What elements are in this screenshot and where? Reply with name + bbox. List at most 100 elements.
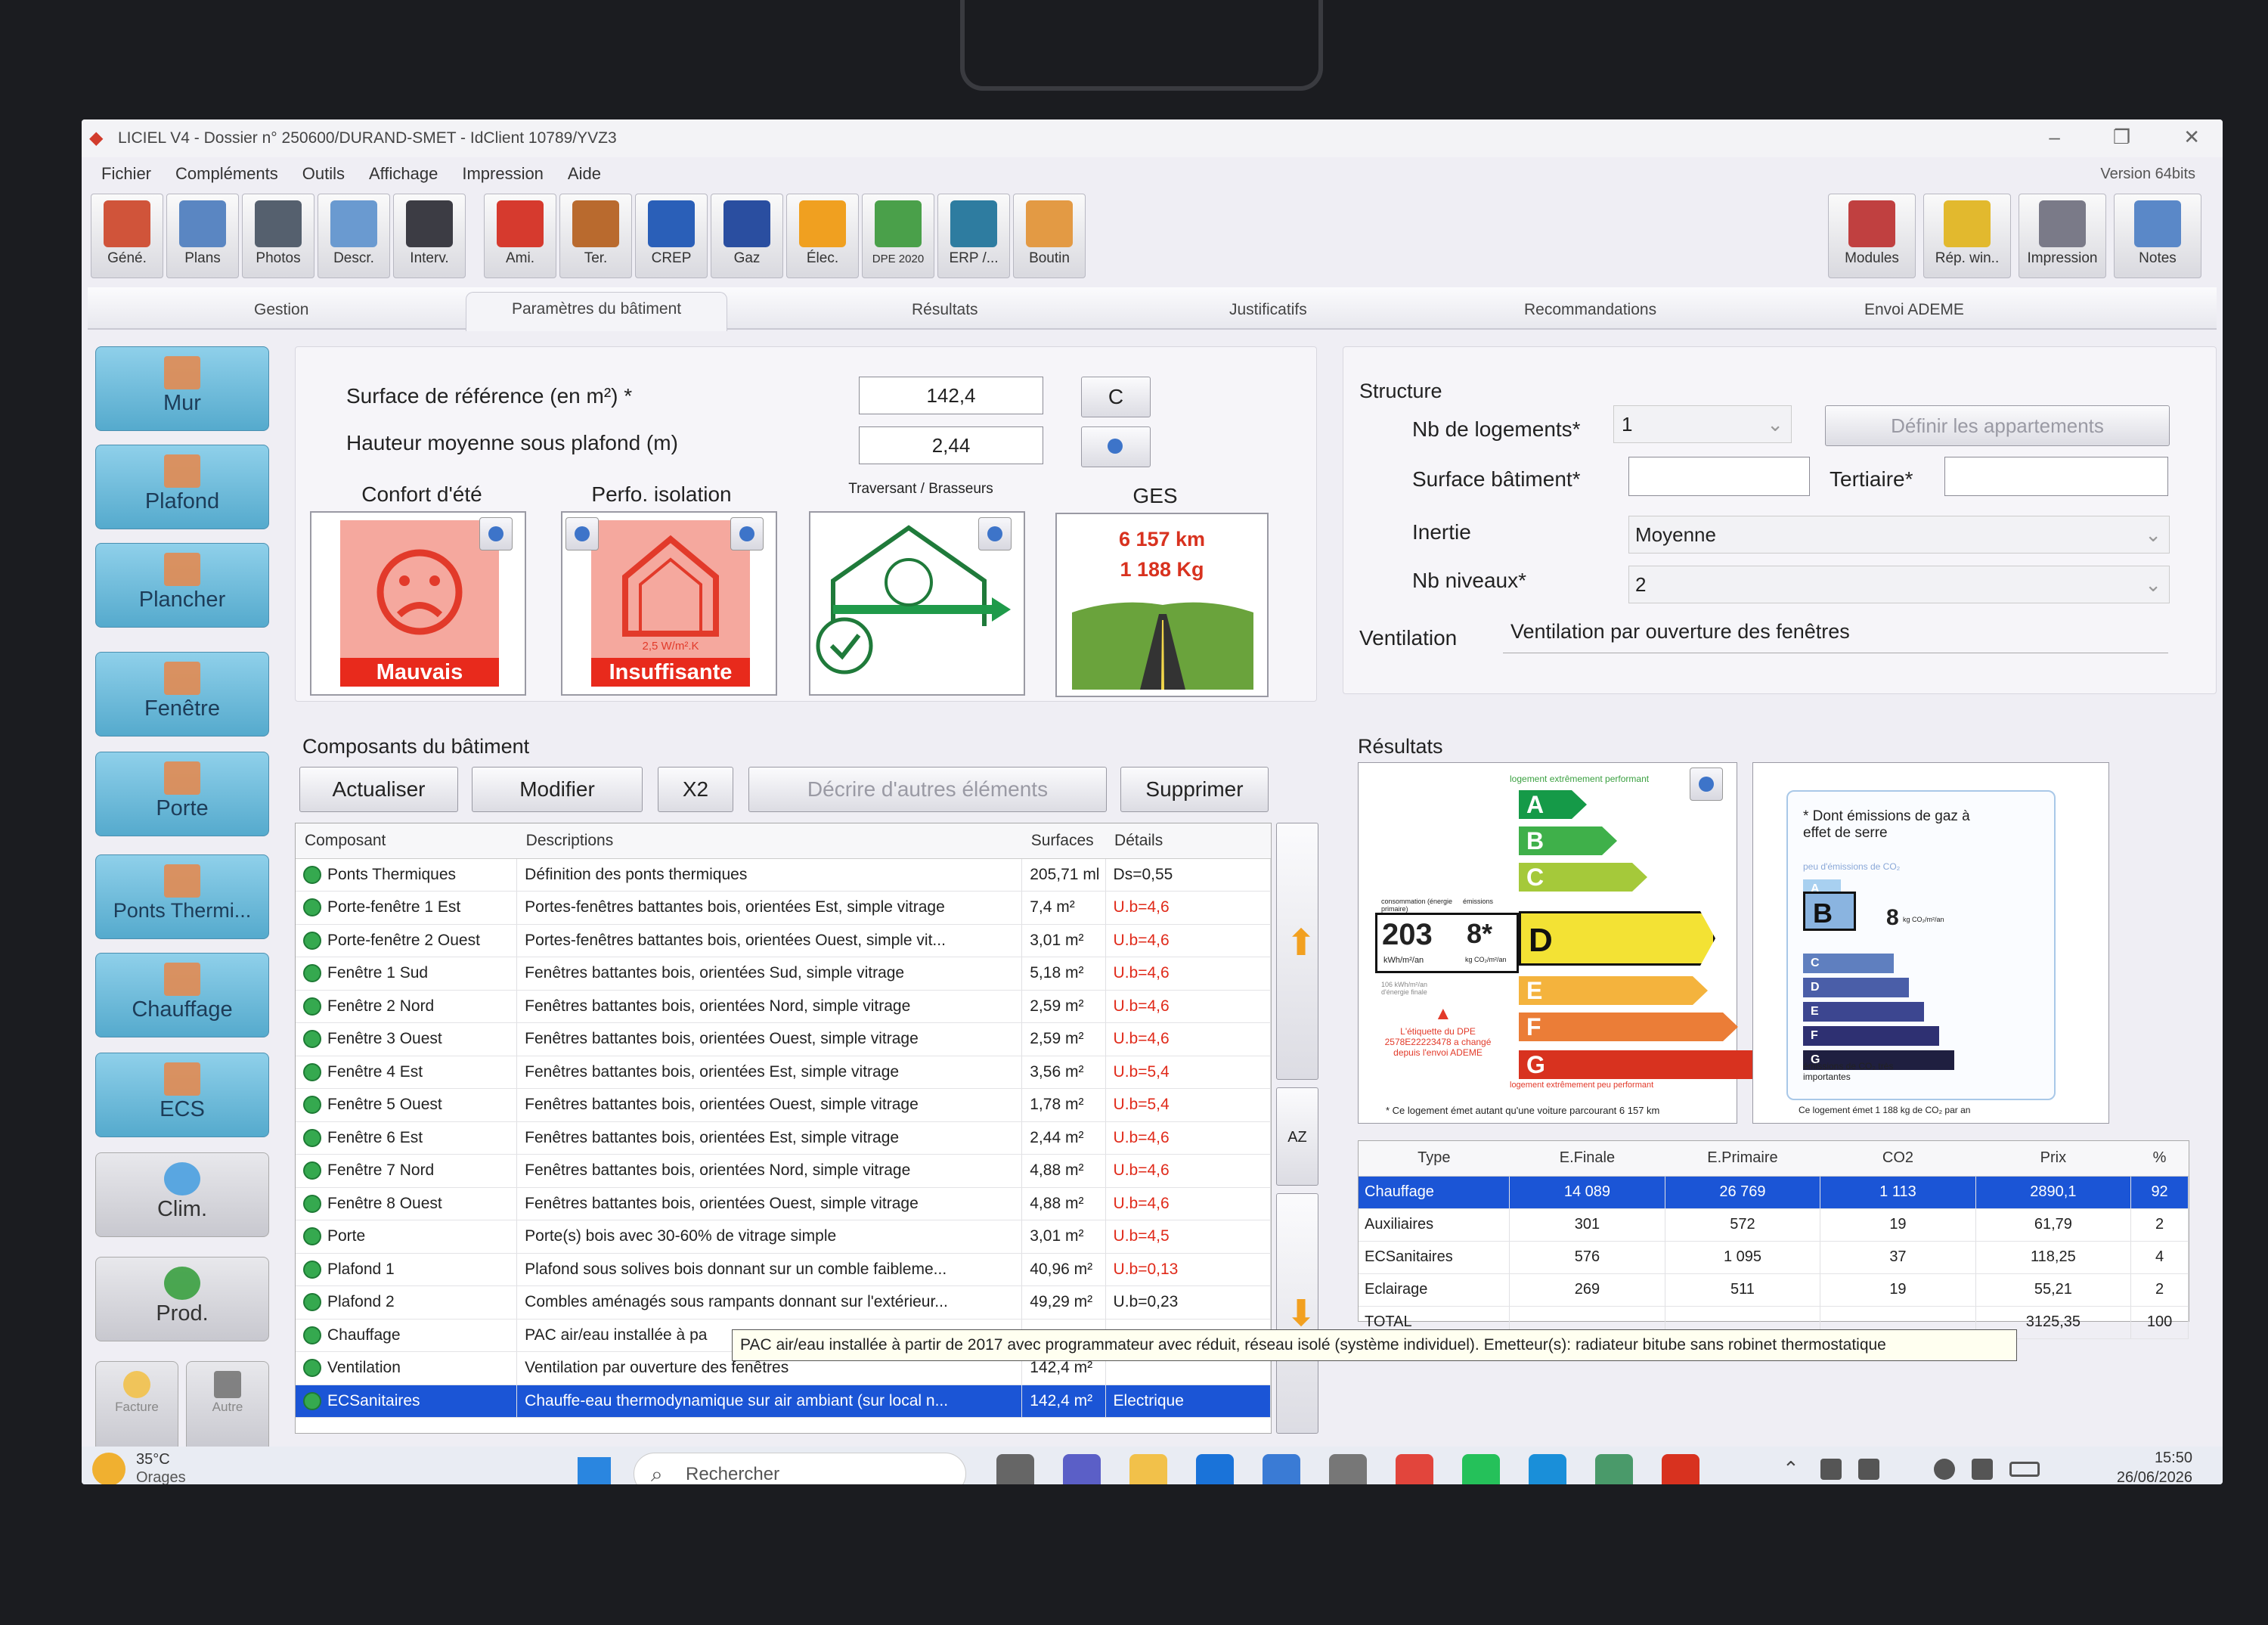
clock-date[interactable]: 26/06/2026 bbox=[2117, 1469, 2192, 1484]
toolbar-button-7[interactable]: CREP bbox=[635, 194, 708, 278]
sidebar-item-facture[interactable]: Facture bbox=[95, 1361, 178, 1452]
table-row[interactable]: Fenêtre 6 Est Fenêtres battantes bois, or… bbox=[296, 1121, 1272, 1155]
volume-icon[interactable] bbox=[1972, 1459, 1993, 1480]
toolbar-button-1[interactable]: Plans bbox=[166, 194, 239, 278]
tab-gestion[interactable]: Gestion bbox=[254, 301, 308, 319]
sidebar-item-ponts-thermiques[interactable]: Ponts Thermi... bbox=[95, 854, 269, 939]
dpe-info-button[interactable] bbox=[1690, 768, 1723, 801]
table-row[interactable]: Porte Porte(s) bois avec 30-60% de vitrag… bbox=[296, 1220, 1272, 1254]
clock-time[interactable]: 15:50 bbox=[2155, 1450, 2192, 1467]
toolbar-button-2[interactable]: Photos bbox=[242, 194, 314, 278]
perfo-info-button[interactable] bbox=[730, 517, 764, 550]
sidebar-item-ecs[interactable]: ECS bbox=[95, 1053, 269, 1137]
toolbar-button-8[interactable]: Gaz bbox=[711, 194, 783, 278]
results-row[interactable]: Auxiliaires 301 572 19 61,79 2 bbox=[1359, 1208, 2189, 1242]
menu-complements[interactable]: Compléments bbox=[175, 164, 278, 184]
c-button[interactable]: C bbox=[1081, 377, 1151, 417]
restore-button[interactable]: ❐ bbox=[2113, 126, 2130, 149]
table-row[interactable]: ECSanitaires Chauffe-eau thermodynamique … bbox=[296, 1385, 1272, 1418]
file-explorer-icon[interactable] bbox=[1129, 1454, 1167, 1484]
nb-niveaux-select[interactable]: 2 ⌄ bbox=[1628, 566, 2170, 603]
toolbar-button-9[interactable]: Élec. bbox=[786, 194, 859, 278]
sort-az-button[interactable]: AZ bbox=[1276, 1087, 1318, 1186]
close-button[interactable]: ✕ bbox=[2183, 126, 2200, 149]
tab-envoi-ademe[interactable]: Envoi ADEME bbox=[1864, 301, 1964, 319]
app-icon[interactable] bbox=[1595, 1454, 1633, 1484]
move-down-button[interactable]: ⬇ bbox=[1276, 1193, 1318, 1434]
sidebar-item-porte[interactable]: Porte bbox=[95, 752, 269, 836]
results-row[interactable]: Eclairage 269 511 19 55,21 2 bbox=[1359, 1273, 2189, 1307]
tab-resultats[interactable]: Résultats bbox=[912, 301, 978, 319]
menu-aide[interactable]: Aide bbox=[568, 164, 601, 184]
definir-appartements-button[interactable]: Définir les appartements bbox=[1825, 405, 2170, 446]
edge-icon[interactable] bbox=[1529, 1454, 1566, 1484]
tab-recommandations[interactable]: Recommandations bbox=[1524, 301, 1656, 319]
sidebar-item-clim[interactable]: Clim. bbox=[95, 1152, 269, 1237]
toolbar-right-button-1[interactable]: Rép. win.. bbox=[1923, 194, 2011, 278]
confort-info-button[interactable] bbox=[479, 517, 513, 550]
toolbar-button-0[interactable]: Géné. bbox=[91, 194, 163, 278]
inertie-select[interactable]: Moyenne ⌄ bbox=[1628, 516, 2170, 554]
results-row[interactable]: Chauffage 14 089 26 769 1 113 2890,1 92 bbox=[1359, 1176, 2189, 1209]
teams-icon[interactable] bbox=[1063, 1454, 1101, 1484]
supprimer-button[interactable]: Supprimer bbox=[1120, 767, 1269, 812]
sidebar-item-autre[interactable]: Autre bbox=[186, 1361, 269, 1452]
sidebar-item-prod[interactable]: Prod. bbox=[95, 1257, 269, 1341]
hauteur-input[interactable]: 2,44 bbox=[859, 426, 1043, 464]
sidebar-item-mur[interactable]: Mur bbox=[95, 346, 269, 431]
sidebar-item-plancher[interactable]: Plancher bbox=[95, 543, 269, 628]
tray-chevron-up-icon[interactable]: ⌃ bbox=[1783, 1457, 1799, 1481]
perfo-settings-button[interactable] bbox=[565, 517, 599, 550]
whatsapp-icon[interactable] bbox=[1462, 1454, 1500, 1484]
store-icon[interactable] bbox=[1263, 1454, 1300, 1484]
ventilation-value[interactable]: Ventilation par ouverture des fenêtres bbox=[1503, 620, 2168, 653]
outlook-icon[interactable] bbox=[1196, 1454, 1234, 1484]
table-row[interactable]: Plafond 2 Combles aménagés sous rampants … bbox=[296, 1285, 1272, 1320]
col-surfaces[interactable]: Surfaces bbox=[1021, 823, 1106, 859]
col-composant[interactable]: Composant bbox=[296, 823, 517, 859]
battery-icon[interactable] bbox=[2009, 1462, 2040, 1477]
toolbar-button-12[interactable]: Boutin bbox=[1013, 194, 1086, 278]
col-eprimaire[interactable]: E.Primaire bbox=[1665, 1141, 1820, 1177]
taskbar-search[interactable]: ⌕ Rechercher bbox=[634, 1453, 966, 1484]
toolbar-right-button-2[interactable]: Impression bbox=[2019, 194, 2106, 278]
table-row[interactable]: Fenêtre 1 Sud Fenêtres battantes bois, or… bbox=[296, 957, 1272, 991]
mail-icon[interactable] bbox=[1329, 1454, 1367, 1484]
weather-text[interactable]: Orages bbox=[136, 1469, 186, 1484]
tab-justificatifs[interactable]: Justificatifs bbox=[1229, 301, 1307, 319]
menu-impression[interactable]: Impression bbox=[462, 164, 544, 184]
minimize-button[interactable]: – bbox=[2049, 126, 2059, 149]
tab-parametres-batiment[interactable]: Paramètres du bâtiment bbox=[466, 292, 728, 331]
chrome-icon[interactable] bbox=[1396, 1454, 1433, 1484]
table-row[interactable]: Ponts Thermiques Définition des ponts the… bbox=[296, 858, 1272, 892]
table-row[interactable]: Fenêtre 3 Ouest Fenêtres battantes bois, … bbox=[296, 1022, 1272, 1056]
sidebar-item-chauffage[interactable]: Chauffage bbox=[95, 953, 269, 1037]
sidebar-item-fenetre[interactable]: Fenêtre bbox=[95, 652, 269, 737]
pen-icon[interactable] bbox=[1858, 1459, 1879, 1480]
hauteur-help-button[interactable] bbox=[1081, 426, 1151, 467]
actualiser-button[interactable]: Actualiser bbox=[299, 767, 458, 812]
x2-button[interactable]: X2 bbox=[658, 767, 733, 812]
surface-batiment-input[interactable] bbox=[1628, 457, 1810, 496]
traversant-info-button[interactable] bbox=[978, 517, 1012, 550]
task-view-icon[interactable] bbox=[996, 1454, 1034, 1484]
table-row[interactable]: Porte-fenêtre 2 Ouest Portes-fenêtres bat… bbox=[296, 924, 1272, 957]
wifi-icon[interactable] bbox=[1934, 1459, 1955, 1480]
menu-affichage[interactable]: Affichage bbox=[369, 164, 438, 184]
results-row[interactable]: ECSanitaires 576 1 095 37 118,25 4 bbox=[1359, 1241, 2189, 1274]
toolbar-button-3[interactable]: Descr. bbox=[318, 194, 390, 278]
windows-start-icon[interactable] bbox=[578, 1457, 611, 1484]
col-co2[interactable]: CO2 bbox=[1820, 1141, 1976, 1177]
table-row[interactable]: Fenêtre 4 Est Fenêtres battantes bois, or… bbox=[296, 1056, 1272, 1089]
toolbar-button-10[interactable]: DPE 2020 bbox=[862, 194, 934, 278]
col-efinale[interactable]: E.Finale bbox=[1509, 1141, 1665, 1177]
network-icon[interactable] bbox=[1820, 1459, 1842, 1480]
liciel-app-icon[interactable] bbox=[1662, 1454, 1699, 1484]
col-details[interactable]: Détails bbox=[1105, 823, 1271, 859]
col-percent[interactable]: % bbox=[2130, 1141, 2189, 1177]
toolbar-right-button-0[interactable]: Modules bbox=[1828, 194, 1916, 278]
toolbar-right-button-3[interactable]: Notes bbox=[2114, 194, 2201, 278]
tertiaire-input[interactable] bbox=[1944, 457, 2168, 496]
toolbar-button-6[interactable]: Ter. bbox=[559, 194, 632, 278]
nb-logements-select[interactable]: 1 ⌄ bbox=[1613, 405, 1792, 443]
